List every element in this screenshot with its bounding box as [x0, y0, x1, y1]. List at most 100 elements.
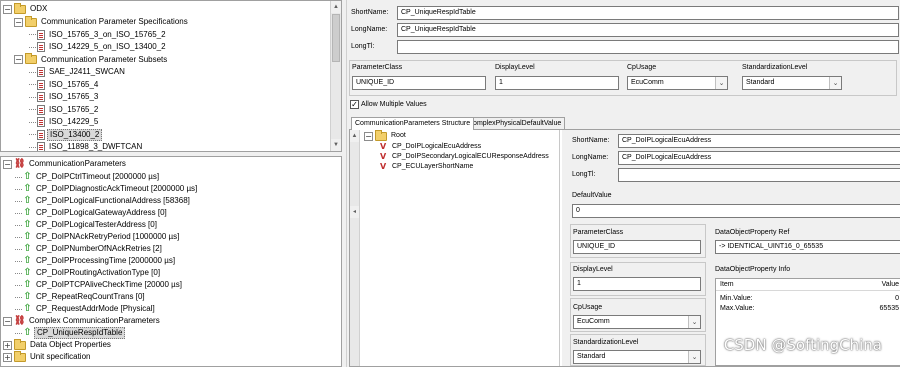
- parameter-label: CP_DoIPLogicalGatewayAddress [0]: [36, 208, 167, 217]
- parameter-icon: ⇧: [23, 183, 32, 194]
- tab-complex-physical-default-value[interactable]: ComplexPhysicalDefaultValue: [464, 117, 566, 129]
- parameter-item[interactable]: ⇧ CP_RequestAddrMode [Physical]: [15, 303, 155, 315]
- complex-group-icon: ⛓: [14, 316, 26, 326]
- dop-info-header-value[interactable]: Value: [882, 281, 899, 288]
- sub-parameter-class-label: ParameterClass: [573, 229, 624, 236]
- odx-root-node[interactable]: − ODX: [3, 2, 47, 15]
- table-row[interactable]: Min.Value: 0: [720, 295, 900, 302]
- parameter-item[interactable]: ⇧ CP_DoIPDiagnosticAckTimeout [2000000 µs…: [15, 183, 197, 195]
- parameter-item[interactable]: ⇧ CP_DoIPRoutingActivationType [0]: [15, 267, 160, 279]
- tree-item[interactable]: ISO_15765_3_on_ISO_15765_2: [29, 29, 166, 41]
- default-value-field[interactable]: 0: [572, 204, 900, 218]
- collapse-icon[interactable]: −: [3, 159, 12, 169]
- sub-cp-usage-value: EcuComm: [577, 318, 610, 325]
- tree-item[interactable]: ISO_15765_3: [29, 91, 98, 103]
- sub-display-level-label: DisplayLevel: [573, 266, 613, 273]
- complex-parameter-item[interactable]: ⇧ CP_UniqueRespIdTable: [15, 327, 126, 339]
- parameter-icon: ⇧: [23, 327, 32, 338]
- parameter-item[interactable]: ⇧ CP_DoIPTCPAliveCheckTime [20000 µs]: [15, 279, 182, 291]
- tree-item[interactable]: SAE_J2411_SWCAN: [29, 66, 125, 78]
- tab-content: − Root V CP_DoIPLogicalEcuAddress V CP_DoIP…: [349, 129, 900, 367]
- tree-item[interactable]: ISO_15765_4: [29, 79, 98, 91]
- checkbox-checked-icon[interactable]: ✓: [350, 100, 359, 109]
- sub-short-name-field[interactable]: CP_DoIPLogicalEcuAddress: [618, 134, 900, 148]
- short-name-label: ShortName:: [351, 9, 389, 16]
- parameter-item[interactable]: ⇧ CP_DoIPNAckRetryPeriod [1000000 µs]: [15, 231, 179, 243]
- default-value-label: DefaultValue: [572, 192, 612, 199]
- tree-item[interactable]: ISO_11898_3_DWFTCAN: [29, 141, 142, 151]
- sub-long-name-field[interactable]: CP_DoIPLogicalEcuAddress: [618, 151, 900, 165]
- tree-connector: [29, 96, 36, 98]
- parameter-class-field[interactable]: UNIQUE_ID: [352, 76, 486, 90]
- long-tl-field[interactable]: [397, 40, 899, 54]
- collapse-icon[interactable]: −: [364, 131, 373, 141]
- scroll-down-icon[interactable]: ▼: [331, 139, 341, 151]
- tree-root-node[interactable]: + Data Object Properties: [3, 338, 111, 351]
- parameter-icon: ⇧: [23, 303, 32, 314]
- sub-standardization-level-select[interactable]: Standard ⌄: [573, 350, 701, 364]
- sub-cp-usage-select[interactable]: EcuComm ⌄: [573, 315, 701, 329]
- tab-communication-parameters-structure[interactable]: CommunicationParameters Structure: [351, 117, 475, 130]
- table-row[interactable]: Max.Value: 65535: [720, 305, 900, 312]
- short-name-field[interactable]: CP_UniqueRespIdTable: [397, 6, 899, 20]
- complex-parameters-node[interactable]: − ⛓ Complex CommunicationParameters: [3, 315, 160, 327]
- cp-usage-label: CpUsage: [627, 64, 657, 71]
- long-name-field[interactable]: CP_UniqueRespIdTable: [397, 23, 899, 37]
- tree-item[interactable]: − Communication Parameter Subsets: [14, 53, 167, 66]
- tree-item[interactable]: ISO_13400_2: [29, 128, 103, 141]
- standardization-level-select[interactable]: Standard ⌄: [742, 76, 842, 90]
- tree-item-label: SAE_J2411_SWCAN: [49, 67, 125, 76]
- scroll-up-icon[interactable]: ▲: [350, 130, 359, 142]
- parameter-item[interactable]: ⇧ CP_DoIPLogicalFunctionalAddress [58368]: [15, 195, 190, 207]
- document-icon: [37, 142, 45, 151]
- parameter-item[interactable]: ⇧ CP_DoIPLogicalGatewayAddress [0]: [15, 207, 167, 219]
- collapse-icon[interactable]: −: [3, 4, 12, 14]
- tree-node-label: Unit specification: [30, 352, 91, 361]
- sub-parameter-class-field[interactable]: UNIQUE_ID: [573, 240, 701, 254]
- parameter-label: CP_RequestAddrMode [Physical]: [36, 304, 155, 313]
- allow-multiple-values-checkbox[interactable]: ✓ Allow Multiple Values: [350, 100, 427, 109]
- parameter-label: CP_DoIPRoutingActivationType [0]: [36, 268, 161, 277]
- parameter-item[interactable]: ⇧ CP_DoIPCtrlTimeout [2000000 µs]: [15, 171, 159, 183]
- scroll-left-icon[interactable]: ◂: [350, 206, 359, 218]
- dop-ref-field[interactable]: -> IDENTICAL_UINT16_0_65535: [715, 240, 900, 254]
- communication-parameters-node[interactable]: − ⛓ CommunicationParameters: [3, 158, 126, 170]
- tree-connector: [15, 284, 22, 286]
- tree-item[interactable]: ISO_14229_5: [29, 116, 98, 128]
- value-parameter-icon: V: [380, 162, 387, 171]
- standardization-level-value: Standard: [746, 79, 775, 86]
- tree-connector: [15, 260, 22, 262]
- collapse-icon[interactable]: −: [3, 316, 12, 326]
- structure-item[interactable]: V CP_ECULayerShortName: [380, 161, 473, 172]
- dop-ref-label: DataObjectProperty Ref: [715, 229, 790, 236]
- expand-icon[interactable]: +: [3, 340, 12, 350]
- tree-item[interactable]: − Communication Parameter Specifications: [14, 15, 188, 28]
- parameter-item[interactable]: ⇧ CP_DoIPNumberOfNAckRetries [2]: [15, 243, 162, 255]
- collapse-icon[interactable]: −: [14, 17, 23, 27]
- odx-tree-scrollbar[interactable]: ▲ ▼: [330, 1, 341, 151]
- structure-scrollbar[interactable]: ▲ ◂: [350, 130, 360, 366]
- expand-icon[interactable]: +: [3, 352, 12, 362]
- collapse-icon[interactable]: −: [14, 55, 23, 64]
- chevron-down-icon[interactable]: ⌄: [829, 77, 841, 89]
- dop-info-header-item[interactable]: Item: [720, 281, 734, 288]
- tree-root-node[interactable]: + Unit specification: [3, 350, 91, 363]
- parameter-icon: ⇧: [23, 279, 32, 290]
- parameter-item[interactable]: ⇧ CP_RepeatReqCountTrans [0]: [15, 291, 145, 303]
- tree-connector: [15, 308, 22, 310]
- display-level-field[interactable]: 1: [495, 76, 619, 90]
- parameter-label: CP_DoIPCtrlTimeout [2000000 µs]: [36, 172, 160, 181]
- chevron-down-icon[interactable]: ⌄: [688, 351, 700, 363]
- chevron-down-icon[interactable]: ⌄: [715, 77, 727, 89]
- scroll-up-icon[interactable]: ▲: [331, 1, 341, 13]
- tree-item[interactable]: ISO_15765_2: [29, 104, 98, 116]
- parameter-item[interactable]: ⇧ CP_DoIPLogicalTesterAddress [0]: [15, 219, 157, 231]
- tree-item[interactable]: ISO_14229_5_on_ISO_13400_2: [29, 41, 166, 53]
- tree-item-label: Communication Parameter Specifications: [41, 17, 188, 26]
- cp-usage-select[interactable]: EcuComm ⌄: [627, 76, 728, 90]
- scroll-thumb[interactable]: [332, 14, 340, 62]
- parameter-item[interactable]: ⇧ CP_DoIPProcessingTime [2000000 µs]: [15, 255, 175, 267]
- chevron-down-icon[interactable]: ⌄: [688, 316, 700, 328]
- sub-long-tl-field[interactable]: [618, 168, 900, 182]
- sub-display-level-field[interactable]: 1: [573, 277, 701, 291]
